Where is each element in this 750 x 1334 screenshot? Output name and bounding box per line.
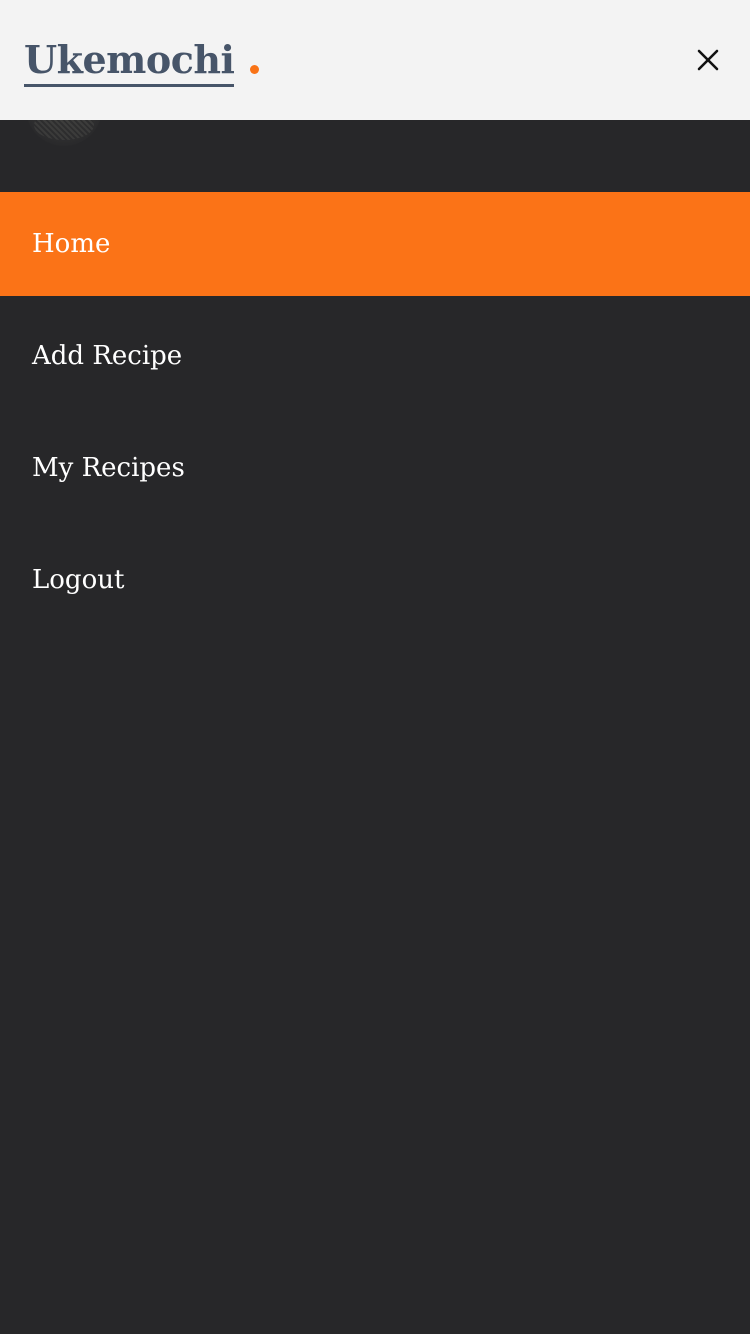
brand-dot	[250, 65, 260, 74]
menu-item-label: My Recipes	[32, 453, 185, 483]
brand-name[interactable]: Ukemochi	[24, 36, 235, 87]
menu-item-label: Home	[32, 229, 111, 259]
navigation-drawer: Ukemochi Home Add Recipe My Recipes Logo…	[0, 0, 750, 1334]
menu-item-home[interactable]: Home	[0, 192, 750, 296]
menu-item-logout[interactable]: Logout	[0, 528, 750, 632]
brand-logo[interactable]: Ukemochi	[24, 36, 260, 87]
close-icon	[697, 49, 719, 71]
menu-item-label: Logout	[32, 565, 125, 595]
nav-menu: Home Add Recipe My Recipes Logout	[0, 192, 750, 640]
close-menu-button[interactable]	[692, 44, 724, 76]
app-header: Ukemochi	[0, 0, 750, 120]
menu-item-my-recipes[interactable]: My Recipes	[0, 416, 750, 520]
menu-item-label: Add Recipe	[32, 341, 183, 371]
menu-item-add-recipe[interactable]: Add Recipe	[0, 304, 750, 408]
